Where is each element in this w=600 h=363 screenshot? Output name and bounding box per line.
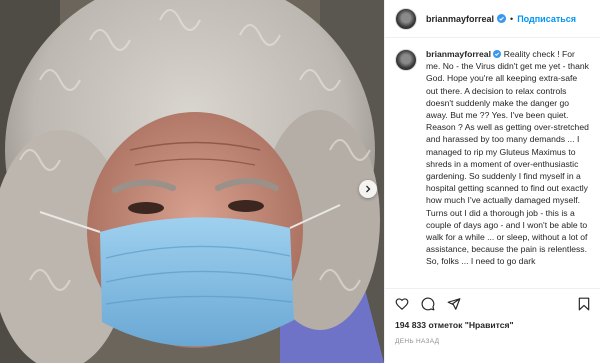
- caption-avatar[interactable]: [395, 49, 417, 71]
- comment-button[interactable]: [421, 297, 435, 311]
- likes-label: отметок "Нравится": [428, 320, 514, 330]
- avatar[interactable]: [395, 7, 417, 30]
- caption-row: brianmayforreal Reality check ! For me. …: [395, 48, 591, 268]
- caption: brianmayforreal Reality check ! For me. …: [426, 48, 591, 268]
- comment-icon: [421, 297, 435, 310]
- caption-username[interactable]: brianmayforreal: [426, 49, 491, 59]
- selfie-image: [0, 0, 384, 363]
- post-panel: brianmayforreal • Подписаться brianmayfo…: [384, 0, 600, 363]
- caption-text: Reality check ! For me. No - the Virus d…: [426, 49, 589, 267]
- caption-area: brianmayforreal Reality check ! For me. …: [385, 48, 600, 282]
- next-photo-button[interactable]: [359, 180, 377, 198]
- action-bar: [385, 288, 600, 318]
- share-icon: [447, 297, 461, 310]
- heart-icon: [395, 297, 409, 310]
- post-time[interactable]: ДЕНЬ НАЗАД: [395, 338, 439, 345]
- post-photo: [0, 0, 384, 363]
- save-button[interactable]: [577, 297, 591, 311]
- separator-dot: •: [510, 13, 514, 24]
- verified-badge-icon: [497, 14, 507, 23]
- share-button[interactable]: [447, 297, 461, 311]
- header-username[interactable]: brianmayforreal: [426, 14, 494, 24]
- follow-button[interactable]: Подписаться: [517, 14, 576, 24]
- post-header: brianmayforreal • Подписаться: [385, 0, 600, 38]
- likes-count[interactable]: 194 833 отметок "Нравится": [395, 320, 514, 330]
- bookmark-icon: [578, 297, 590, 310]
- verified-badge-icon: [493, 50, 502, 58]
- chevron-right-icon: [366, 185, 371, 193]
- likes-number: 194 833: [395, 320, 427, 330]
- like-button[interactable]: [395, 297, 409, 311]
